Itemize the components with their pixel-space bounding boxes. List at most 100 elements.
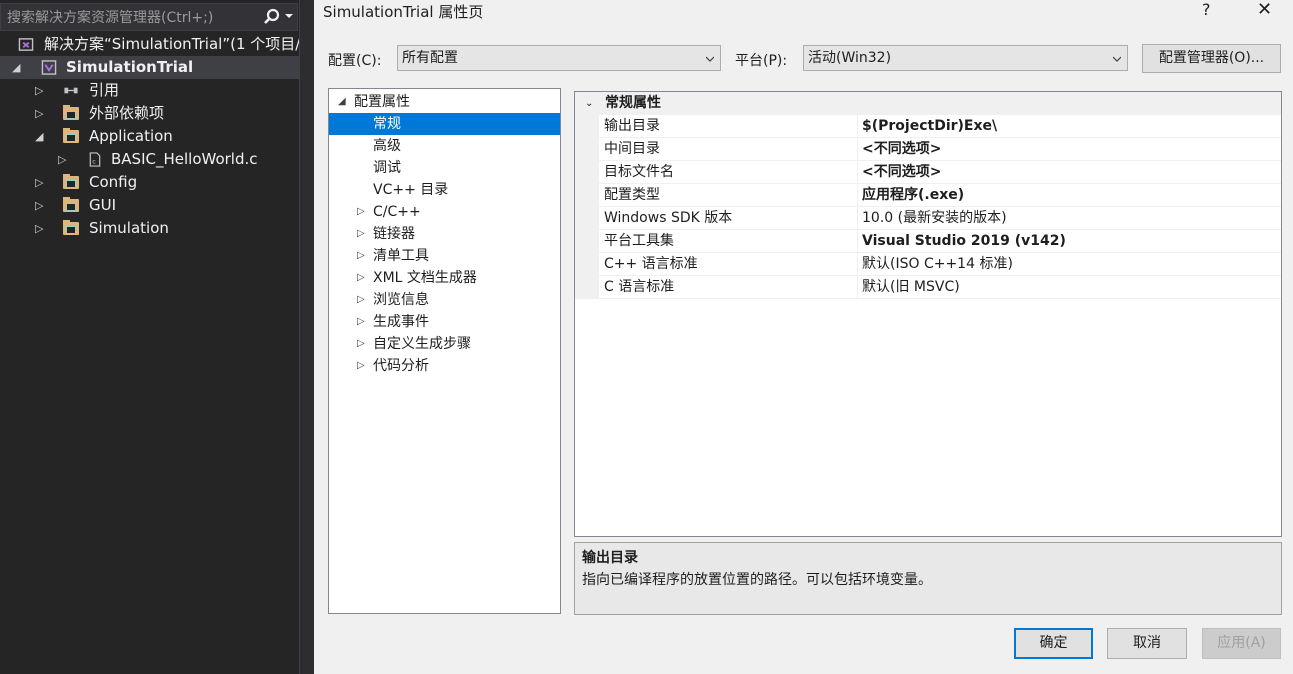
nav-item-browse-info[interactable]: ▷ 浏览信息 [329, 289, 560, 311]
expand-arrow-icon[interactable]: ▷ [357, 289, 365, 311]
column-separator [857, 207, 858, 230]
expand-arrow-icon[interactable]: ▷ [357, 201, 365, 223]
solution-explorer: 解决方案“SimulationTrial”(1 个项目/共 1 个) ◢ Sim… [0, 0, 299, 674]
nav-item-code-analysis[interactable]: ▷ 代码分析 [329, 355, 560, 377]
nav-item-label: 高级 [373, 138, 401, 154]
expand-arrow-icon[interactable]: ▷ [35, 217, 43, 240]
collapse-chevron-icon[interactable]: ⌄ [585, 92, 593, 115]
property-row-output-directory[interactable]: 输出目录 $(ProjectDir)Exe\ [599, 115, 1281, 138]
grid-section-header[interactable]: ⌄ 常规属性 [575, 92, 1281, 115]
tree-item-application[interactable]: ◢ Application [0, 125, 299, 148]
property-name: C++ 语言标准 [604, 256, 698, 272]
expand-arrow-icon[interactable]: ▷ [357, 245, 365, 267]
chevron-down-icon [706, 56, 714, 62]
expand-arrow-icon[interactable]: ▷ [35, 102, 43, 125]
expand-arrow-icon[interactable]: ▷ [58, 148, 66, 171]
expand-arrow-icon[interactable]: ▷ [357, 355, 365, 377]
nav-item-custom-build-step[interactable]: ▷ 自定义生成步骤 [329, 333, 560, 355]
property-description-panel: 输出目录 指向已编译程序的放置位置的路径。可以包括环境变量。 [574, 542, 1282, 615]
tree-item-references[interactable]: ▷ 引用 [0, 79, 299, 102]
folder-icon [63, 174, 79, 189]
nav-item-label: 常规 [373, 116, 401, 132]
configuration-manager-button[interactable]: 配置管理器(O)... [1142, 44, 1281, 73]
platform-label: 平台(P): [735, 53, 788, 69]
column-separator [857, 253, 858, 276]
property-grid: ⌄ 常规属性 输出目录 $(ProjectDir)Exe\ 中间目录 <不同选项… [574, 91, 1282, 537]
property-row-cpp-language-standard[interactable]: C++ 语言标准 默认(ISO C++14 标准) [599, 253, 1281, 276]
tree-item-basic-helloworld[interactable]: ▷ c BASIC_HelloWorld.c [0, 148, 299, 171]
tree-project-node[interactable]: ◢ SimulationTrial [0, 56, 299, 79]
nav-item-xml-doc-generator[interactable]: ▷ XML 文档生成器 [329, 267, 560, 289]
expand-arrow-icon[interactable]: ▷ [35, 194, 43, 217]
tree-item-label: BASIC_HelloWorld.c [111, 150, 258, 168]
nav-item-general[interactable]: 常规 [329, 113, 560, 135]
property-value[interactable]: <不同选项> [862, 138, 941, 161]
property-value[interactable]: 默认(ISO C++14 标准) [862, 253, 1013, 276]
expand-arrow-icon[interactable]: ▷ [357, 267, 365, 289]
solution-search-input[interactable] [5, 7, 259, 29]
nav-item-label: 生成事件 [373, 314, 429, 330]
tree-item-external-dependencies[interactable]: ▷ 外部依赖项 [0, 102, 299, 125]
property-value[interactable]: 应用程序(.exe) [862, 184, 964, 207]
column-separator [857, 161, 858, 184]
property-value[interactable]: 10.0 (最新安装的版本) [862, 207, 1007, 230]
nav-item-manifest-tool[interactable]: ▷ 清单工具 [329, 245, 560, 267]
close-button[interactable]: ✕ [1257, 0, 1272, 20]
search-options-chevron-icon[interactable] [285, 14, 293, 18]
nav-root-configuration-properties[interactable]: ◢ 配置属性 [329, 91, 560, 113]
grid-gutter [575, 115, 599, 299]
collapse-arrow-icon[interactable]: ◢ [338, 91, 346, 113]
property-row-c-language-standard[interactable]: C 语言标准 默认(旧 MSVC) [599, 276, 1281, 299]
description-title: 输出目录 [582, 550, 638, 566]
apply-button[interactable]: 应用(A) [1202, 628, 1281, 659]
property-name: 目标文件名 [604, 164, 674, 180]
property-name: C 语言标准 [604, 279, 675, 295]
cancel-button[interactable]: 取消 [1107, 628, 1187, 659]
expand-arrow-icon[interactable]: ▷ [35, 79, 43, 102]
nav-item-c-cpp[interactable]: ▷ C/C++ [329, 201, 560, 223]
nav-item-build-events[interactable]: ▷ 生成事件 [329, 311, 560, 333]
tree-item-config[interactable]: ▷ Config [0, 171, 299, 194]
property-name: 配置类型 [604, 187, 660, 203]
platform-select[interactable]: 活动(Win32) [803, 45, 1128, 71]
column-separator [857, 115, 858, 138]
search-icon[interactable] [263, 8, 281, 26]
collapse-arrow-icon[interactable]: ◢ [12, 56, 20, 79]
property-value[interactable]: <不同选项> [862, 161, 941, 184]
nav-item-advanced[interactable]: 高级 [329, 135, 560, 157]
property-row-windows-sdk-version[interactable]: Windows SDK 版本 10.0 (最新安装的版本) [599, 207, 1281, 230]
nav-item-linker[interactable]: ▷ 链接器 [329, 223, 560, 245]
property-value[interactable]: $(ProjectDir)Exe\ [862, 115, 997, 138]
collapse-arrow-icon[interactable]: ◢ [35, 125, 43, 148]
tree-item-gui[interactable]: ▷ GUI [0, 194, 299, 217]
configuration-select[interactable]: 所有配置 [397, 45, 721, 71]
description-text: 指向已编译程序的放置位置的路径。可以包括环境变量。 [582, 572, 932, 588]
panel-splitter[interactable] [299, 0, 315, 674]
nav-item-vc-directories[interactable]: VC++ 目录 [329, 179, 560, 201]
folder-icon [63, 105, 79, 120]
property-value[interactable]: Visual Studio 2019 (v142) [862, 230, 1066, 253]
property-row-platform-toolset[interactable]: 平台工具集 Visual Studio 2019 (v142) [599, 230, 1281, 253]
property-row-target-name[interactable]: 目标文件名 <不同选项> [599, 161, 1281, 184]
solution-search-box[interactable] [0, 3, 298, 31]
column-separator [857, 276, 858, 299]
column-separator [857, 138, 858, 161]
tree-item-simulation[interactable]: ▷ Simulation [0, 217, 299, 240]
tree-item-label: Config [89, 173, 138, 191]
ok-button[interactable]: 确定 [1014, 628, 1093, 659]
solution-icon [18, 38, 34, 51]
solution-label: 解决方案“SimulationTrial”(1 个项目/共 1 个) [44, 35, 299, 53]
column-separator [857, 230, 858, 253]
property-pages-dialog: SimulationTrial 属性页 ? ✕ 配置(C): 所有配置 平台(P… [314, 0, 1293, 674]
expand-arrow-icon[interactable]: ▷ [357, 333, 365, 355]
property-value[interactable]: 默认(旧 MSVC) [862, 276, 960, 299]
expand-arrow-icon[interactable]: ▷ [357, 223, 365, 245]
expand-arrow-icon[interactable]: ▷ [35, 171, 43, 194]
property-row-configuration-type[interactable]: 配置类型 应用程序(.exe) [599, 184, 1281, 207]
property-name: 输出目录 [604, 118, 660, 134]
expand-arrow-icon[interactable]: ▷ [357, 311, 365, 333]
tree-solution-node[interactable]: 解决方案“SimulationTrial”(1 个项目/共 1 个) [0, 33, 299, 56]
property-row-intermediate-directory[interactable]: 中间目录 <不同选项> [599, 138, 1281, 161]
nav-item-debugging[interactable]: 调试 [329, 157, 560, 179]
help-button[interactable]: ? [1202, 0, 1211, 19]
